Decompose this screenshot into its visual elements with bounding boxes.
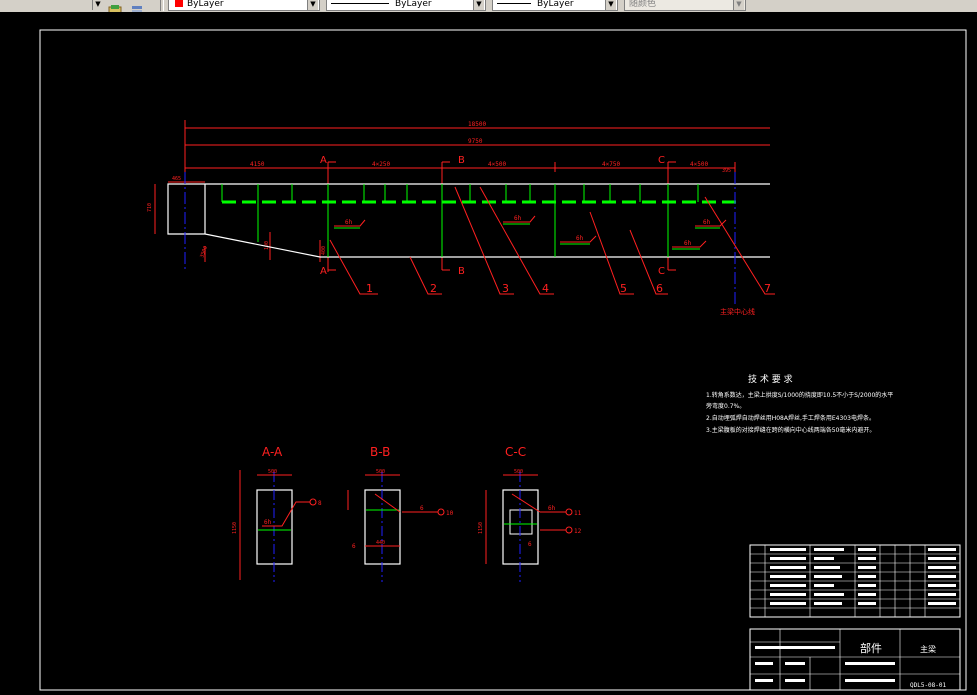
section-title-cc: C-C — [505, 445, 526, 459]
lineweight-sample-icon — [497, 3, 531, 4]
cc-label-12: 12 — [574, 528, 582, 535]
section-views: A-A B-B C-C 500 1150 6h 8 500 440 10 6 6… — [232, 445, 582, 582]
aa-label-8: 8 — [318, 500, 322, 507]
dim-overall: 18500 — [468, 121, 486, 128]
plotstyle-dropdown-arrow-icon[interactable]: ▼ — [733, 0, 744, 10]
color-control[interactable]: ByLayer — [168, 0, 320, 11]
centerline-note: 主梁中心线 — [720, 307, 755, 316]
dim-second: 9750 — [468, 138, 483, 145]
title-part: 部件 — [860, 641, 882, 655]
balloon-1: 1 — [366, 282, 373, 295]
dim-wall2: 400 — [321, 246, 327, 255]
dim-left-width: 465 — [172, 176, 181, 182]
dim-seg5: 4×500 — [690, 161, 708, 168]
lineweight-value: ByLayer — [537, 0, 574, 9]
dim-left-height: 710 — [147, 203, 153, 212]
bb-label-6: 6 — [352, 543, 356, 550]
layer-previous-icon[interactable] — [130, 0, 144, 12]
dim-slope: 3500 — [199, 245, 209, 258]
balloon-4: 4 — [542, 282, 549, 295]
beam-elevation: 18500 9750 4150 4×250 4×500 4×750 4×500 … — [147, 120, 775, 316]
color-dropdown-arrow-icon[interactable]: ▼ — [307, 0, 318, 10]
section-mark-c-bottom: C — [658, 266, 665, 277]
tech-line-3: 2.自动埋弧焊自动焊丝用H08A焊丝,手工焊条用E4303电焊条。 — [706, 414, 875, 422]
tech-line-1: 1.转角系数达，主梁上拱度S/1000的挠度即10.5不小于S/2000的水平 — [706, 391, 893, 399]
plotstyle-control[interactable]: 随颜色 — [624, 0, 746, 11]
cc-label-11: 11 — [574, 510, 582, 517]
cc-width: 500 — [514, 469, 523, 475]
tech-requirements: 技 术 要 求 1.转角系数达，主梁上拱度S/1000的挠度即10.5不小于S/… — [706, 373, 893, 434]
dim-end: 395 — [722, 168, 731, 174]
balloon-3: 3 — [502, 282, 509, 295]
section-mark-a-top: A — [320, 155, 327, 166]
balloon-5: 5 — [620, 282, 627, 295]
section-mark-b-top: B — [458, 155, 465, 166]
lineweight-control[interactable]: ByLayer — [492, 0, 618, 11]
weld-label-3: 6h — [576, 235, 584, 242]
balloon-2: 2 — [430, 282, 437, 295]
linetype-value: ByLayer — [395, 0, 432, 9]
plotstyle-value: 随颜色 — [629, 0, 657, 9]
tech-line-4: 3.主梁腹板的对接焊缝在跨的横向中心线两端各50毫米内避开。 — [706, 426, 875, 434]
cc-label-6: 6 — [528, 541, 532, 548]
balloon-6: 6 — [656, 282, 663, 295]
color-swatch-icon — [175, 0, 183, 7]
cc-weld: 6h — [548, 505, 556, 512]
section-title-bb: B-B — [370, 445, 390, 459]
linetype-control[interactable]: ByLayer — [326, 0, 486, 11]
title-name: 主梁 — [920, 644, 936, 654]
lineweight-dropdown-arrow-icon[interactable]: ▼ — [605, 0, 616, 10]
weld-label-4: 6h — [684, 240, 692, 247]
section-title-aa: A-A — [262, 445, 283, 459]
outer-frame — [39, 29, 967, 691]
weld-label-5: 6h — [703, 219, 711, 226]
section-mark-c-top: C — [658, 155, 665, 166]
balloon-7: 7 — [764, 282, 771, 295]
dim-seg3: 4×500 — [488, 161, 506, 168]
weld-label-2: 6h — [514, 215, 522, 222]
tech-line-2: 旁弯度0.7%。 — [706, 402, 745, 410]
title-block: 部件 主梁 QDL5-08-01 — [749, 544, 961, 691]
aa-height: 1150 — [232, 522, 238, 534]
dim-seg1: 4150 — [250, 161, 265, 168]
tech-title: 技 术 要 求 — [748, 373, 793, 385]
dim-seg2: 4×250 — [372, 161, 390, 168]
cad-drawing: 18500 9750 4150 4×250 4×500 4×750 4×500 … — [39, 29, 967, 691]
weld-label-1: 6h — [345, 219, 353, 226]
bb-label-6b: 6 — [420, 505, 424, 512]
bb-width: 500 — [376, 469, 385, 475]
aa-weld: 6h — [264, 519, 272, 526]
color-value: ByLayer — [187, 0, 224, 9]
section-mark-a-bottom: A — [320, 266, 327, 277]
linetype-sample-icon — [331, 3, 389, 4]
section-mark-b-bottom: B — [458, 266, 465, 277]
cc-height: 1150 — [478, 522, 484, 534]
title-drawing-no: QDL5-08-01 — [910, 682, 947, 689]
layer-dropdown-arrow-icon[interactable]: ▼ — [92, 0, 103, 10]
bb-label-10: 10 — [446, 510, 454, 517]
bb-inner: 440 — [376, 540, 385, 546]
aa-width: 500 — [268, 469, 277, 475]
layer-state-icon[interactable] — [108, 0, 122, 12]
dim-seg4: 4×750 — [602, 161, 620, 168]
drawing-canvas[interactable]: 18500 9750 4150 4×250 4×500 4×750 4×500 … — [0, 12, 977, 695]
linetype-dropdown-arrow-icon[interactable]: ▼ — [473, 0, 484, 10]
